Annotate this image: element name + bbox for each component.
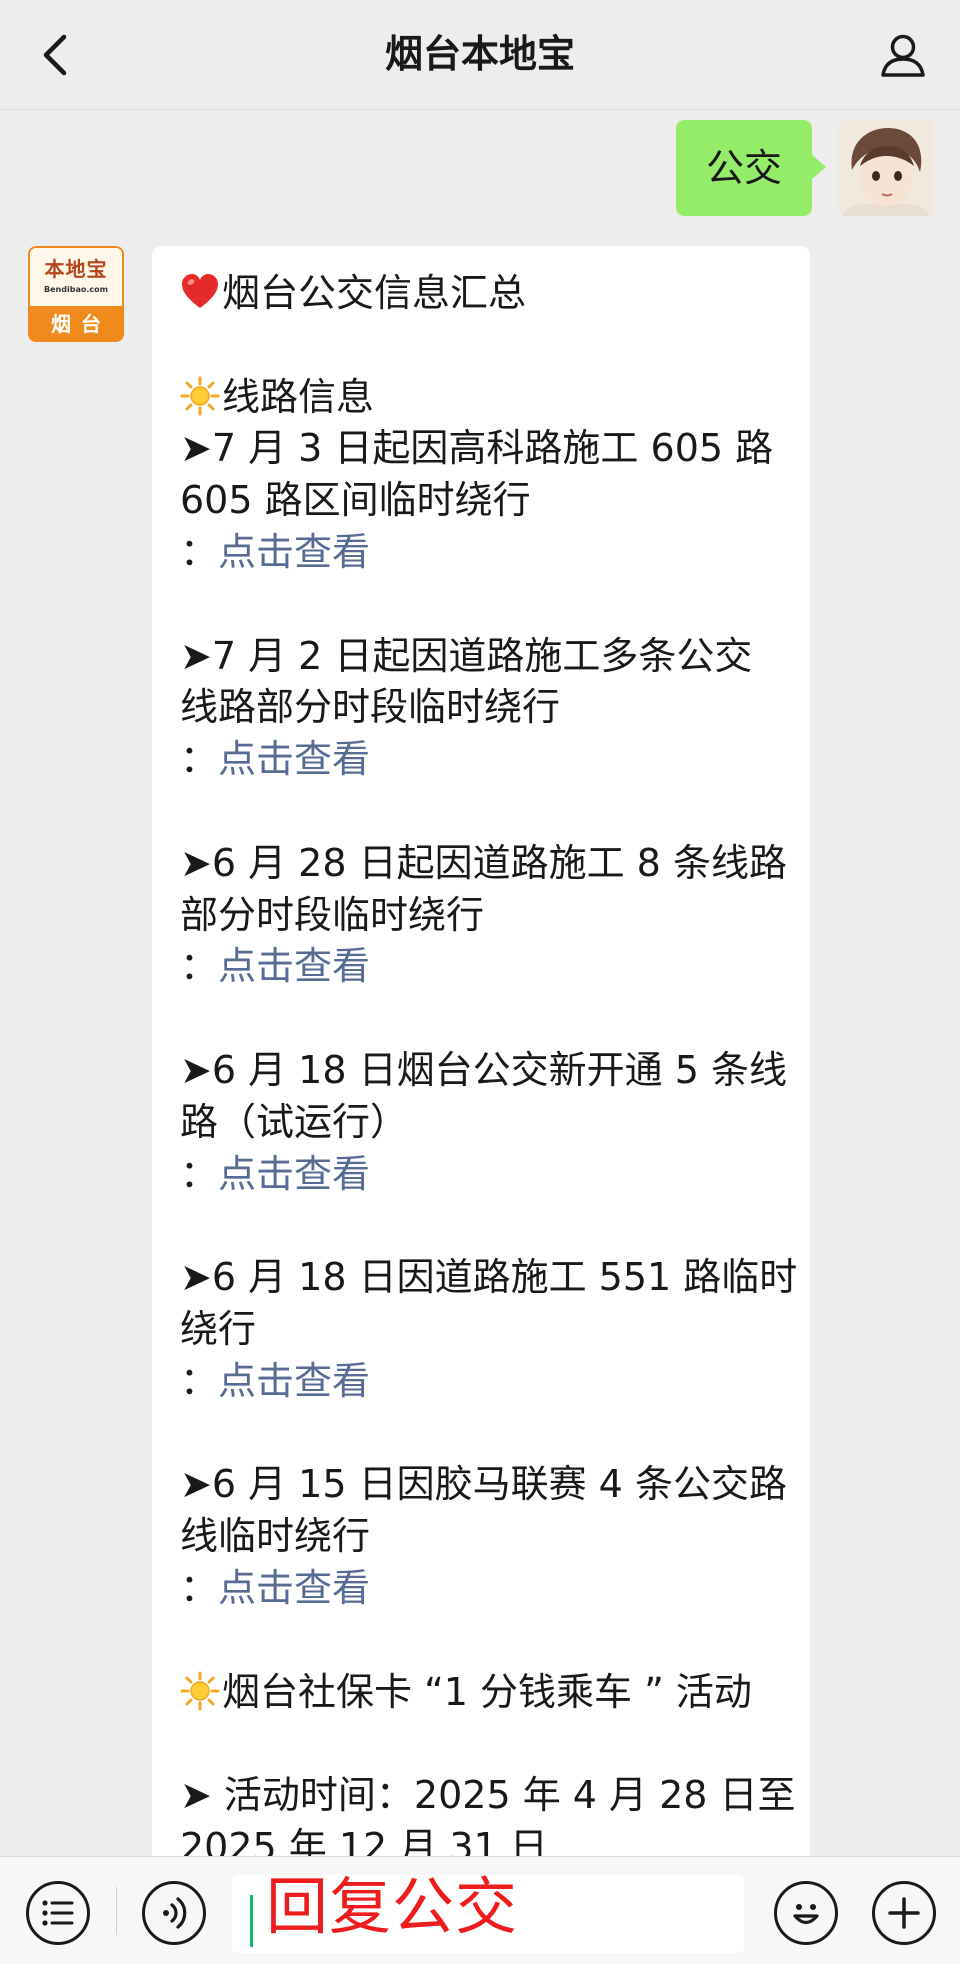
divider bbox=[116, 1887, 117, 1935]
section-title-activity: 烟台社保卡 “1 分钱乘车 ” 活动 bbox=[180, 1667, 782, 1719]
text-caret bbox=[250, 1895, 253, 1947]
route-item-link-row: ：点击查看 bbox=[180, 1563, 782, 1615]
input-bar: 回复公交 bbox=[0, 1856, 960, 1964]
route-item: ➤7 月 3 日起因高科路施工 605 路 605 路区间临时绕行 ：点击查看 bbox=[180, 423, 782, 578]
link-prefix: ： bbox=[180, 1151, 219, 1196]
activity-time-line1: ➤ 活动时间：2025 年 4 月 28 日至 bbox=[180, 1773, 796, 1818]
view-details-link[interactable]: 点击查看 bbox=[218, 944, 370, 988]
outgoing-message-bubble[interactable]: 公交 bbox=[675, 120, 827, 216]
emoji-icon bbox=[793, 1904, 819, 1925]
route-item-line1: ➤6 月 15 日因胶马联赛 4 条公交路 bbox=[180, 1462, 787, 1507]
route-item-line2: 绕行 bbox=[180, 1306, 257, 1351]
route-item-link-row: ：点击查看 bbox=[180, 734, 782, 786]
brand-text: 本地宝 bbox=[44, 257, 108, 281]
menu-list-icon bbox=[42, 1900, 74, 1926]
top-bar: 烟台本地宝 bbox=[0, 0, 960, 110]
section-title-routes: 线路信息 bbox=[180, 372, 782, 424]
route-item-line1: ➤6 月 28 日起因道路施工 8 条线路 bbox=[180, 840, 787, 885]
voice-button[interactable] bbox=[142, 1881, 206, 1945]
outgoing-message-row: 公交 bbox=[675, 120, 934, 216]
plus-button[interactable] bbox=[872, 1881, 936, 1945]
route-item-line2: 605 路区间临时绕行 bbox=[180, 478, 531, 523]
message-heading: 烟台公交信息汇总 bbox=[180, 268, 782, 320]
link-prefix: ： bbox=[180, 737, 219, 782]
message-input[interactable]: 回复公交 bbox=[232, 1870, 744, 1953]
logo-top: 本地宝 Bendibao.com bbox=[28, 246, 124, 306]
route-item: ➤6 月 18 日烟台公交新开通 5 条线 路（试运行） ：点击查看 bbox=[180, 1045, 787, 1201]
route-item-line2: 路（试运行） bbox=[180, 1099, 409, 1144]
route-item: ➤6 月 28 日起因道路施工 8 条线路 部分时段临时绕行 ：点击查看 bbox=[180, 838, 787, 993]
user-avatar[interactable] bbox=[838, 120, 934, 216]
official-account-avatar[interactable]: 本地宝 Bendibao.com 烟台 bbox=[28, 246, 124, 342]
link-prefix: ： bbox=[180, 529, 219, 574]
view-details-link[interactable]: 点击查看 bbox=[218, 1152, 370, 1196]
voice-icon bbox=[163, 1897, 187, 1929]
message-input-text: 回复公交 bbox=[266, 1870, 519, 1943]
profile-button[interactable] bbox=[876, 28, 930, 82]
route-item-line1: ➤6 月 18 日因道路施工 551 路临时 bbox=[180, 1255, 798, 1300]
menu-button[interactable] bbox=[26, 1881, 90, 1945]
route-item-line2: 线临时绕行 bbox=[180, 1514, 371, 1559]
route-item-link-row: ：点击查看 bbox=[180, 1149, 782, 1201]
view-details-link[interactable]: 点击查看 bbox=[218, 737, 370, 781]
route-item-line2: 线路部分时段临时绕行 bbox=[180, 685, 561, 730]
view-details-link[interactable]: 点击查看 bbox=[218, 530, 370, 574]
sun-icon bbox=[180, 376, 220, 416]
view-details-link[interactable]: 点击查看 bbox=[218, 1566, 370, 1610]
section-title-activity-text: 烟台社保卡 “1 分钱乘车 ” 活动 bbox=[222, 1669, 752, 1714]
link-prefix: ： bbox=[180, 1565, 219, 1610]
brand-url: Bendibao.com bbox=[44, 285, 108, 294]
route-item: ➤7 月 2 日起因道路施工多条公交 线路部分时段临时绕行 ：点击查看 bbox=[180, 631, 782, 786]
route-item-link-row: ：点击查看 bbox=[180, 1356, 782, 1408]
link-prefix: ： bbox=[180, 1358, 219, 1403]
incoming-message-bubble: 烟台公交信息汇总 线路信息 ➤7 月 3 日起因高科路施工 605 路 605 … bbox=[152, 246, 810, 1964]
section-title-routes-text: 线路信息 bbox=[222, 374, 375, 419]
page-title: 烟台本地宝 bbox=[384, 32, 575, 76]
brand-city: 烟台 bbox=[28, 306, 124, 342]
avatar-illustration bbox=[838, 120, 934, 216]
route-item-link-row: ：点击查看 bbox=[180, 527, 782, 579]
route-item-line1: ➤7 月 2 日起因道路施工多条公交 bbox=[180, 633, 753, 678]
heart-icon bbox=[182, 274, 218, 308]
route-item: ➤6 月 18 日因道路施工 551 路临时 绕行 ：点击查看 bbox=[180, 1252, 798, 1408]
view-details-link[interactable]: 点击查看 bbox=[218, 1359, 370, 1403]
message-heading-text: 烟台公交信息汇总 bbox=[222, 271, 527, 315]
route-item: ➤6 月 15 日因胶马联赛 4 条公交路 线临时绕行 ：点击查看 bbox=[180, 1459, 787, 1615]
person-icon bbox=[881, 34, 925, 77]
plus-icon bbox=[888, 1897, 920, 1929]
route-item-line1: ➤7 月 3 日起因高科路施工 605 路 bbox=[180, 426, 774, 471]
sun-icon bbox=[180, 1671, 220, 1711]
route-item-line2: 部分时段临时绕行 bbox=[180, 892, 485, 937]
link-prefix: ： bbox=[180, 944, 219, 989]
emoji-button[interactable] bbox=[774, 1881, 838, 1945]
route-item-line1: ➤6 月 18 日烟台公交新开通 5 条线 bbox=[180, 1047, 787, 1092]
route-item-link-row: ：点击查看 bbox=[180, 941, 782, 993]
